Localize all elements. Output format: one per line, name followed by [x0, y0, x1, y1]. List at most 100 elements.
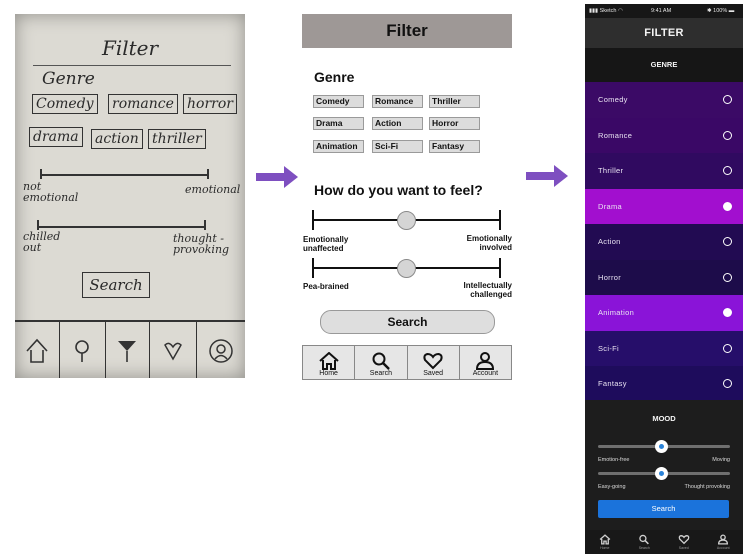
- wireframe-slider2-knob[interactable]: [397, 259, 416, 278]
- sketch-genre-chip[interactable]: Comedy: [32, 94, 98, 114]
- heart-icon: [163, 342, 182, 361]
- genre-option-label: Drama: [598, 201, 623, 211]
- genre-option[interactable]: Horror: [585, 259, 743, 295]
- wireframe-slider1-right-label: Emotionally involved: [466, 234, 512, 252]
- tab-label: Search: [638, 546, 650, 550]
- sketch-slider2-right-label: thought -provoking: [173, 232, 230, 256]
- wireframe-genre-chip[interactable]: Drama: [313, 117, 364, 130]
- sketch-tab-account[interactable]: [196, 322, 245, 378]
- wireframe-genre-chip[interactable]: Sci-Fi: [372, 140, 423, 153]
- arrow-right-icon: [526, 165, 568, 187]
- search-icon: [639, 534, 650, 545]
- sketch-search-button[interactable]: Search: [82, 272, 150, 298]
- mood-heading: MOOD: [652, 414, 676, 423]
- status-battery: ✱ 100% ▬: [707, 8, 735, 14]
- wireframe-tab-label: Saved: [423, 370, 444, 377]
- radio-button-icon[interactable]: [723, 237, 732, 247]
- radio-button-icon[interactable]: [723, 272, 732, 282]
- genre-option[interactable]: Animation: [585, 295, 743, 331]
- mood-slider2-right-label: Thought provoking: [684, 484, 730, 490]
- genre-option-label: Comedy: [598, 95, 628, 105]
- mood-slider2-knob[interactable]: [654, 467, 668, 480]
- wireframe-genre-chip[interactable]: Animation: [313, 140, 364, 153]
- wireframe-tab-search[interactable]: Search: [355, 346, 408, 379]
- tab-search[interactable]: Search: [625, 530, 665, 554]
- sketch-slider2-track[interactable]: [37, 226, 205, 228]
- genre-option-label: Thriller: [598, 166, 624, 176]
- tab-label: Saved: [678, 546, 689, 550]
- wireframe-genre-chip[interactable]: Thriller: [429, 95, 480, 108]
- wireframe-genre-chip[interactable]: Comedy: [313, 95, 364, 108]
- radio-button-icon[interactable]: [723, 166, 732, 176]
- radio-button-icon[interactable]: [723, 343, 732, 353]
- sketch-genre-chip[interactable]: drama: [29, 127, 83, 147]
- sketch-tab-home[interactable]: [15, 322, 60, 378]
- sketch-genre-chip[interactable]: action: [91, 129, 143, 149]
- sketch-slider1-left-label: not emotional: [23, 180, 79, 204]
- tab-label: Home: [600, 546, 610, 550]
- wireframe-panel: Filter Genre Comedy Romance Thriller Dra…: [302, 14, 512, 380]
- wireframe-slider2-right-end: [499, 258, 501, 278]
- genre-heading: GENRE: [585, 48, 743, 82]
- search-icon: [372, 352, 390, 370]
- status-bar: ▮▮▮ Sketch ◠ 9:41 AM ✱ 100% ▬: [585, 4, 743, 18]
- wireframe-tab-bar: Home Search Saved Account: [302, 345, 512, 380]
- genre-option-label: Romance: [598, 130, 633, 140]
- wireframe-slider1-knob[interactable]: [397, 211, 416, 230]
- wireframe-tab-account[interactable]: Account: [460, 346, 511, 379]
- genre-option-label: Action: [598, 237, 621, 247]
- mood-slider1-right-label: Moving: [712, 457, 730, 463]
- genre-option[interactable]: Comedy: [585, 82, 743, 118]
- genre-option[interactable]: Sci-Fi: [585, 330, 743, 366]
- tab-home[interactable]: Home: [585, 530, 625, 554]
- sketch-genre-chip[interactable]: thriller: [148, 129, 206, 149]
- account-icon: [718, 534, 729, 545]
- genre-option[interactable]: Thriller: [585, 153, 743, 189]
- tab-bar: Home Search Saved Account: [585, 530, 743, 554]
- genre-option-label: Animation: [598, 308, 635, 318]
- sketch-tab-cocktail[interactable]: [105, 322, 150, 378]
- sketch-slider1-track[interactable]: [40, 174, 208, 176]
- arrow-right-icon: [256, 166, 298, 188]
- wireframe-genre-chip[interactable]: Romance: [372, 95, 423, 108]
- sketch-tab-pin[interactable]: [59, 322, 106, 378]
- phone-mockup: ▮▮▮ Sketch ◠ 9:41 AM ✱ 100% ▬ FILTER GEN…: [585, 4, 743, 554]
- wireframe-genre-chip[interactable]: Action: [372, 117, 423, 130]
- sketch-genre-heading: Genre: [42, 69, 95, 89]
- wireframe-tab-label: Account: [472, 370, 499, 377]
- wireframe-tab-saved[interactable]: Saved: [408, 346, 460, 379]
- genre-option[interactable]: Fantasy: [585, 366, 743, 402]
- genre-option[interactable]: Romance: [585, 117, 743, 153]
- heart-icon: [678, 535, 690, 545]
- genre-option[interactable]: Drama: [585, 188, 743, 224]
- wireframe-slider2-right-label: Intellectually challenged: [463, 281, 512, 299]
- mood-section: MOOD Emotion-free Moving Easy-going Thou…: [585, 400, 743, 530]
- wireframe-slider1-right-end: [499, 210, 501, 230]
- sketch-tab-heart[interactable]: [149, 322, 197, 378]
- mood-slider2-left-label: Easy-going: [598, 484, 626, 490]
- tab-account[interactable]: Account: [704, 530, 744, 554]
- search-button[interactable]: Search: [598, 500, 729, 518]
- home-icon: [599, 534, 611, 545]
- radio-button-icon[interactable]: [723, 201, 732, 211]
- paper-sketch: Filter Genre Comedy romance horror drama…: [15, 14, 245, 378]
- radio-button-icon[interactable]: [723, 379, 732, 389]
- wireframe-title: Filter: [302, 14, 512, 48]
- radio-button-icon[interactable]: [723, 95, 732, 105]
- sketch-genre-chip[interactable]: romance: [108, 94, 178, 114]
- genre-option-label: Horror: [598, 272, 622, 282]
- wireframe-genre-chip[interactable]: Horror: [429, 117, 480, 130]
- sketch-divider: [33, 65, 231, 66]
- wireframe-tab-home[interactable]: Home: [303, 346, 356, 379]
- radio-button-icon[interactable]: [723, 130, 732, 140]
- wireframe-search-button[interactable]: Search: [320, 310, 495, 334]
- genre-option[interactable]: Action: [585, 224, 743, 260]
- sketch-tab-bar: [15, 320, 245, 378]
- tab-saved[interactable]: Saved: [664, 530, 704, 554]
- sketch-genre-chip[interactable]: horror: [183, 94, 237, 114]
- account-icon: [476, 352, 495, 370]
- wireframe-genre-chip[interactable]: Fantasy: [429, 140, 480, 153]
- mood-slider1-knob[interactable]: [654, 440, 668, 453]
- wireframe-slider1-left-label: Emotionally unaffected: [303, 235, 349, 253]
- radio-button-icon[interactable]: [723, 308, 732, 318]
